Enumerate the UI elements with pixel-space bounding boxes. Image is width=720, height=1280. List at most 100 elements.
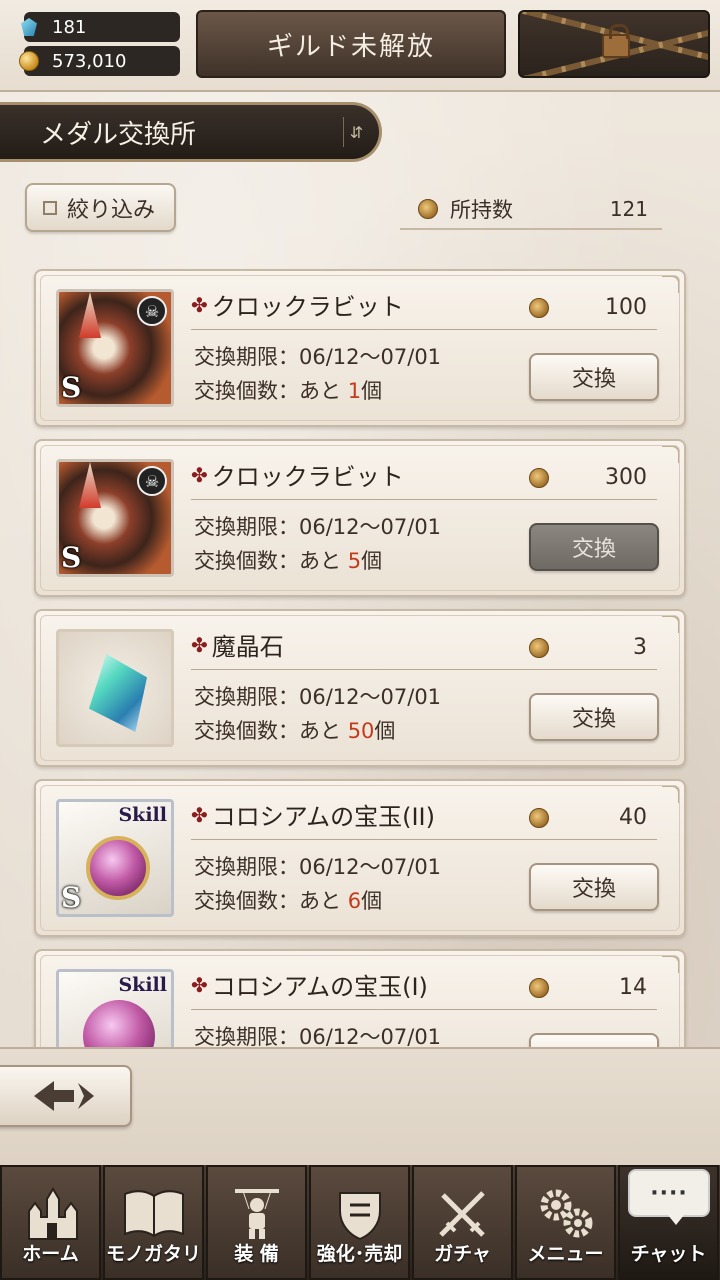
cross-mark-icon: ✤ <box>191 632 208 657</box>
corner-ornament-icon <box>662 785 680 803</box>
skill-orb-icon <box>83 1000 155 1047</box>
cross-mark-icon: ✤ <box>191 972 208 997</box>
nav-story[interactable]: モノガタリ <box>103 1165 204 1280</box>
gem-count: 181 <box>52 16 87 38</box>
page-title: メダル交換所 <box>40 119 197 150</box>
exchange-item: ☠ S ✤ クロックラビット 300 交換期限：06/12〜07/01 交換個数：… <box>34 439 686 597</box>
top-status-bar: 181 573,010 ギルド未解放 <box>0 0 720 92</box>
filter-button[interactable]: 絞り込み <box>25 183 176 232</box>
item-name: ✤ 魔晶石 <box>191 632 284 662</box>
coin-icon <box>16 48 42 74</box>
colosseum-orb-ii-thumbnail[interactable]: Skill S <box>56 799 174 917</box>
coin-counter: 573,010 <box>19 46 180 76</box>
skull-badge-icon: ☠ <box>137 466 167 496</box>
exchange-period: 交換期限：06/12〜07/01 <box>194 515 442 539</box>
item-cost: 14 <box>529 975 647 1000</box>
medal-icon <box>529 807 549 828</box>
gem-icon <box>16 14 42 40</box>
exchange-button[interactable]: 交換 <box>529 693 659 741</box>
corner-ornament-icon <box>662 615 680 633</box>
clock-rabbit-thumbnail[interactable]: ☠ S <box>56 459 174 577</box>
gem-counter: 181 <box>21 12 180 42</box>
exchange-button[interactable]: 交換 <box>529 353 659 401</box>
clock-rabbit-thumbnail[interactable]: ☠ S <box>56 289 174 407</box>
nav-equipment[interactable]: 装 備 <box>206 1165 307 1280</box>
owned-medals: 所持数 121 <box>400 190 662 230</box>
corner-ornament-icon <box>662 445 680 463</box>
exchange-item: ✤ 魔晶石 3 交換期限：06/12〜07/01 交換個数：あと 50個 交換 <box>34 609 686 767</box>
skill-tag: Skill <box>118 974 167 996</box>
cross-mark-icon: ✤ <box>191 292 208 317</box>
monster-horn-icon <box>79 462 101 508</box>
item-name: ✤ コロシアムの宝玉(II) <box>191 802 435 832</box>
puppet-icon <box>208 1181 305 1245</box>
bottom-navigation: ホーム モノガタリ 装 備 強化･売却 ガチャ メニュー ···· チャット <box>0 1165 720 1280</box>
item-name: ✤ クロックラビット <box>191 292 404 322</box>
book-icon <box>105 1181 202 1245</box>
cross-mark-icon: ✤ <box>191 462 208 487</box>
rank-label: S <box>61 881 82 914</box>
page-title-bar: メダル交換所 ⇵ <box>0 102 382 162</box>
filter-label: 絞り込み <box>67 197 156 223</box>
item-cost: 300 <box>529 465 647 490</box>
cross-mark-icon: ✤ <box>191 802 208 827</box>
exchange-remaining: 交換個数：あと 1個 <box>194 379 383 403</box>
medal-icon <box>529 977 549 998</box>
exchange-item: ☠ S ✤ クロックラビット 100 交換期限：06/12〜07/01 交換個数：… <box>34 269 686 427</box>
corner-ornament-icon <box>662 275 680 293</box>
divider <box>191 669 657 670</box>
nav-enhance-sell[interactable]: 強化･売却 <box>309 1165 410 1280</box>
exchange-button[interactable]: 交換 <box>529 523 659 571</box>
swords-icon <box>414 1181 511 1245</box>
divider <box>191 839 657 840</box>
exchange-list[interactable]: ☠ S ✤ クロックラビット 100 交換期限：06/12〜07/01 交換個数：… <box>0 255 720 1047</box>
item-cost: 100 <box>529 295 647 320</box>
exchange-item: Skill ✤ コロシアムの宝玉(I) 14 交換期限：06/12〜07/01 <box>34 949 686 1047</box>
shield-icon <box>311 1181 408 1245</box>
castle-icon <box>2 1181 99 1245</box>
sort-toggle-icon[interactable]: ⇵ <box>343 117 369 147</box>
item-name: ✤ コロシアムの宝玉(I) <box>191 972 428 1002</box>
exchange-period: 交換期限：06/12〜07/01 <box>194 1025 442 1047</box>
back-arrow-icon <box>34 1081 94 1111</box>
exchange-remaining: 交換個数：あと 50個 <box>194 719 396 743</box>
divider <box>191 329 657 330</box>
exchange-remaining: 交換個数：あと 5個 <box>194 549 383 573</box>
back-button[interactable] <box>0 1065 132 1127</box>
locked-feature-button[interactable] <box>518 10 710 78</box>
item-cost: 40 <box>529 805 647 830</box>
medal-icon <box>418 199 438 219</box>
skill-tag: Skill <box>118 804 167 826</box>
owned-label: 所持数 <box>450 198 513 222</box>
magic-crystal-thumbnail[interactable] <box>56 629 174 747</box>
footer-toolbar <box>0 1047 720 1165</box>
item-name: ✤ クロックラビット <box>191 462 404 492</box>
gears-icon <box>517 1181 614 1245</box>
exchange-item: Skill S ✤ コロシアムの宝玉(II) 40 交換期限：06/12〜07/0… <box>34 779 686 937</box>
guild-button[interactable]: ギルド未解放 <box>196 10 506 78</box>
exchange-period: 交換期限：06/12〜07/01 <box>194 855 442 879</box>
filter-checkbox-icon <box>43 200 57 215</box>
crystal-icon <box>89 654 147 732</box>
exchange-remaining: 交換個数：あと 6個 <box>194 889 383 913</box>
nav-chat[interactable]: ···· チャット <box>618 1165 719 1280</box>
exchange-button[interactable]: 交換 <box>529 863 659 911</box>
nav-home[interactable]: ホーム <box>0 1165 101 1280</box>
lock-icon <box>602 24 630 58</box>
rank-label: S <box>61 371 82 404</box>
colosseum-orb-i-thumbnail[interactable]: Skill <box>56 969 174 1047</box>
exchange-period: 交換期限：06/12〜07/01 <box>194 685 442 709</box>
medal-icon <box>529 297 549 318</box>
owned-count: 121 <box>609 197 648 221</box>
exchange-period: 交換期限：06/12〜07/01 <box>194 345 442 369</box>
corner-ornament-icon <box>662 955 680 973</box>
nav-gacha[interactable]: ガチャ <box>412 1165 513 1280</box>
medal-icon <box>529 637 549 658</box>
nav-menu[interactable]: メニュー <box>515 1165 616 1280</box>
chat-icon: ···· <box>628 1169 710 1225</box>
divider <box>191 1009 657 1010</box>
exchange-button[interactable] <box>529 1033 659 1047</box>
divider <box>191 499 657 500</box>
skull-badge-icon: ☠ <box>137 296 167 326</box>
medal-icon <box>529 467 549 488</box>
